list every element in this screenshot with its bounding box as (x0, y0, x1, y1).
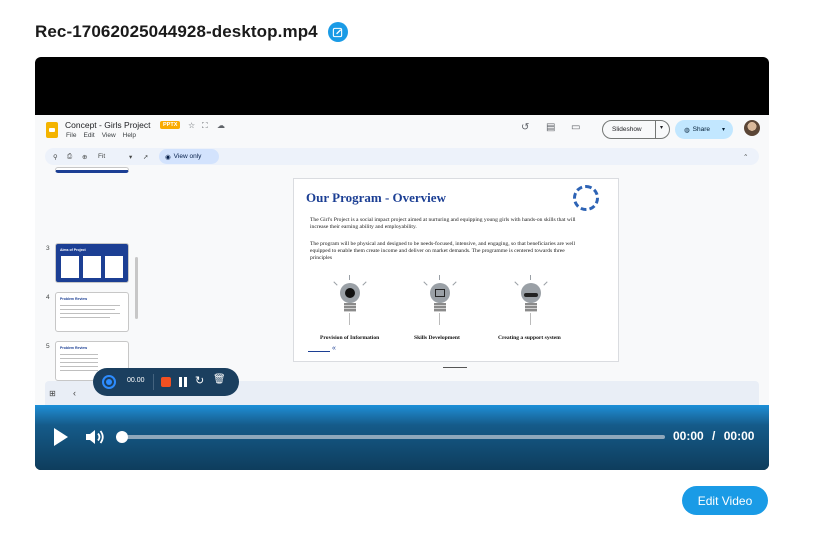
slideshow-button: Slideshow ▾ (602, 120, 670, 139)
slides-logo-icon (46, 122, 58, 138)
play-icon[interactable] (54, 428, 68, 446)
slideshow-label: Slideshow (612, 126, 642, 133)
menu-view: View (101, 132, 116, 139)
slide-paragraph: The program will be physical and designe… (310, 241, 575, 261)
cursor-icon: ➚ (143, 153, 149, 161)
progress-knob[interactable] (116, 431, 128, 443)
bulb-support-icon (508, 275, 554, 325)
print-icon: ⎙ (67, 152, 73, 160)
trash-icon: 🗑 (213, 374, 226, 385)
stop-icon (161, 377, 171, 387)
avatar (744, 120, 760, 136)
bulb-info-icon (327, 275, 373, 325)
thumb-number: 3 (46, 245, 50, 252)
footer-mark: « (332, 345, 336, 352)
slide-paragraph: The Girl's Project is a social impact pr… (310, 217, 576, 230)
slide-canvas: Our Program - Overview The Girl's Projec… (293, 178, 619, 362)
thumb-title: Problem Review (60, 346, 88, 350)
player-controls: 00:00 / 00:00 (35, 405, 769, 470)
file-title: Rec-17062025044928-desktop.mp4 (35, 22, 318, 41)
globe-icon: ◍ (684, 126, 690, 134)
collapse-icon: ⌃ (743, 153, 749, 161)
recording-time: 00.00 (127, 377, 145, 384)
slide-title: Our Program - Overview (306, 190, 446, 205)
star-icon: ☆ (188, 121, 196, 130)
share-button: ◍ Share ▾ (675, 120, 733, 139)
video-player[interactable]: Concept - Girls Project PPTX ☆ ⛶ ☁ File … (35, 57, 769, 470)
slides-header: Concept - Girls Project PPTX ☆ ⛶ ☁ File … (35, 115, 769, 147)
meet-icon: ▭ (571, 122, 581, 133)
menu-file: File (66, 132, 77, 139)
search-icon: ⚲ (53, 153, 58, 161)
edit-video-button[interactable]: Edit Video (682, 486, 768, 515)
bulb-skills-icon (417, 275, 463, 325)
menu-bar: File Edit View Help (66, 132, 136, 139)
doc-name: Concept - Girls Project (65, 120, 151, 130)
header: Rec-17062025044928-desktop.mp4 (35, 22, 348, 42)
time-separator: / (712, 429, 716, 443)
slides-toolbar: ⚲ ⎙ ⊕ Fit ▾ ➚ ◉ View only ⌃ (45, 148, 759, 165)
chevron-down-icon: ▾ (660, 125, 664, 131)
share-label: Share (692, 126, 711, 133)
restart-icon: ↻ (195, 375, 205, 387)
pptx-badge: PPTX (160, 121, 181, 129)
view-only-label: View only (173, 153, 202, 160)
duration: 00:00 (723, 429, 755, 443)
grid-view-icon: ⊞ (49, 389, 56, 398)
recording-indicator-icon (102, 375, 116, 389)
history-icon: ↺ (521, 122, 530, 133)
view-only-badge: ◉ View only (159, 149, 219, 164)
comment-icon: ▤ (546, 122, 556, 133)
slide-thumbnail: Aims of Project (55, 243, 129, 283)
organization-logo (573, 185, 599, 211)
chevron-down-icon: ▾ (129, 153, 133, 161)
principle-label: Provision of Information (320, 335, 380, 341)
thumb-title: Aims of Project (60, 248, 86, 252)
chevron-down-icon: ▾ (722, 127, 726, 133)
pause-icon (179, 377, 187, 387)
slide-thumbnail-partial (55, 167, 129, 173)
current-time: 00:00 (673, 429, 704, 443)
zoom-icon: ⊕ (82, 153, 88, 161)
move-icon: ⛶ (202, 121, 208, 130)
principle-label: Skills Development (414, 335, 460, 341)
zoom-label: Fit (98, 153, 106, 160)
footer-line (308, 351, 330, 352)
time-readout: 00:00 / 00:00 (673, 429, 754, 443)
menu-help: Help (122, 132, 137, 139)
pencil-edit-icon[interactable] (327, 22, 348, 42)
slide-thumbnail: Problem Review (55, 292, 129, 332)
thumb-number: 5 (46, 343, 50, 350)
principle-label: Creating a support system (498, 335, 561, 341)
progress-bar[interactable] (121, 435, 665, 439)
filmstrip-scrollbar (135, 257, 138, 319)
eye-icon: ◉ (165, 153, 171, 161)
volume-icon[interactable] (85, 428, 105, 451)
recording-toolbar: 00.00 ↻ 🗑 (93, 368, 239, 396)
chevron-left-icon: ‹ (73, 388, 76, 398)
slide-scroll-indicator (443, 367, 467, 368)
thumb-title: Problem Review (60, 297, 88, 301)
menu-edit: Edit (83, 132, 95, 139)
cloud-icon: ☁ (217, 121, 225, 130)
thumb-number: 4 (46, 294, 50, 301)
